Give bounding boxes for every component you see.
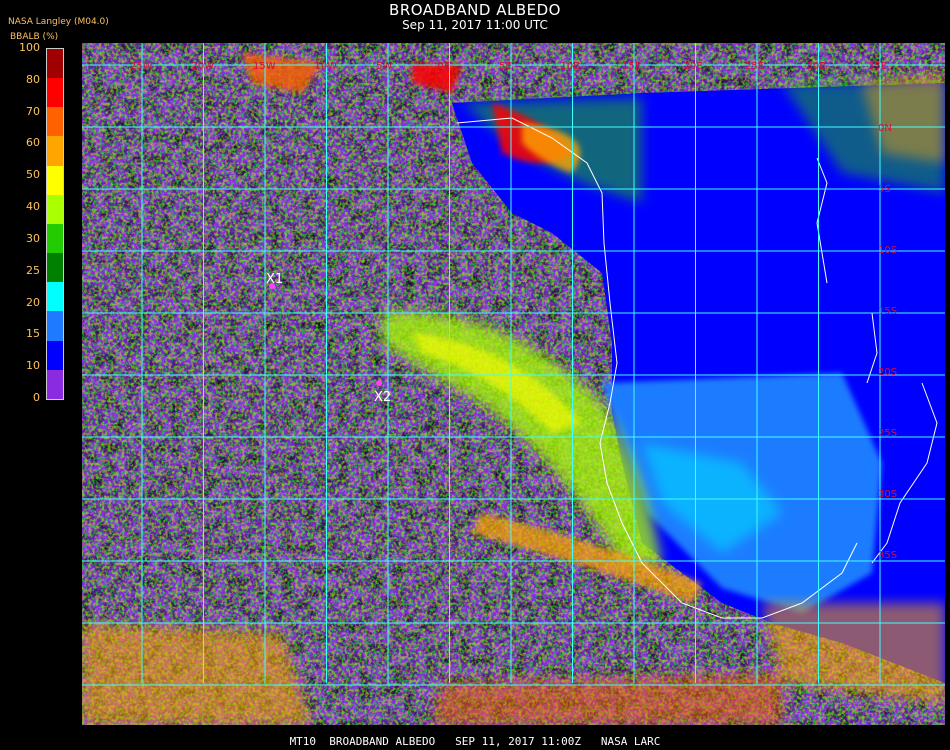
colorbar-segment	[47, 311, 63, 341]
longitude-label: 25W	[130, 61, 153, 72]
longitude-label: 15E	[622, 61, 641, 72]
latitude-label: 25S	[878, 428, 897, 439]
colorbar-tick-label: 50	[26, 168, 40, 182]
latitude-label: 15S	[878, 306, 897, 317]
colorbar-tick-label: 15	[26, 327, 40, 341]
colorbar-segment	[47, 107, 63, 137]
longitude-label: 30E	[807, 61, 826, 72]
colorbar-tick-label: 25	[26, 263, 40, 277]
colorbar-segment	[47, 136, 63, 166]
map-timestamp: Sep 11, 2017 11:00 UTC	[402, 18, 548, 32]
colorbar-segment	[47, 165, 63, 195]
longitude-label: 15W	[253, 61, 276, 72]
latitude-label: 35S	[878, 550, 897, 561]
latitude-label: 5S	[878, 184, 891, 195]
latitude-label: 20S	[878, 367, 897, 378]
longitude-label: 0E	[438, 61, 451, 72]
colorbar-tick-label: 20	[26, 295, 40, 309]
colorbar-segment	[47, 282, 63, 312]
colorbar-tick-label: 100	[19, 41, 40, 54]
colorbar-segment	[47, 369, 63, 399]
colorbar-tick-label: 0	[33, 391, 40, 404]
marker-x1[interactable]: X1	[266, 272, 283, 289]
longitude-label: 35E	[868, 61, 887, 72]
latitude-label: 0N	[878, 123, 892, 134]
marker-x1-label: X1	[266, 272, 283, 287]
colorbar-segment	[47, 253, 63, 283]
map-title: BROADBAND ALBEDO	[389, 1, 561, 19]
colorbar-segment	[47, 78, 63, 108]
colorbar-tick-label: 70	[26, 104, 40, 118]
footer-caption: MT10 BROADBAND ALBEDO SEP 11, 2017 11:00…	[289, 735, 661, 748]
longitude-label: 5E	[499, 61, 512, 72]
longitude-label: 20E	[684, 61, 703, 72]
colorbar-tick-label: 80	[26, 72, 40, 86]
colorbar-segment	[47, 340, 63, 370]
colorbar-segment	[47, 194, 63, 224]
latitude-label: 10S	[878, 245, 897, 256]
colorbar-legend	[46, 48, 64, 400]
longitude-label: 20W	[192, 61, 215, 72]
colorbar-segment	[47, 223, 63, 254]
marker-x2-label: X2	[374, 390, 391, 405]
albedo-map[interactable]: 25W 20W 15W 10W 5W 0E 5E 10E 15E 20E 25E 30E 35E 0N 5S…	[82, 43, 945, 725]
marker-x2-dot	[376, 380, 382, 386]
latitude-label: 30S	[878, 489, 897, 500]
colorbar-tick-label: 40	[26, 200, 40, 214]
colorbar-segment	[47, 48, 63, 79]
colorbar-tick-label: 10	[26, 359, 40, 373]
source-label: NASA Langley (M04.0)	[8, 17, 109, 27]
longitude-label: 10W	[315, 61, 338, 72]
longitude-label: 5W	[376, 61, 392, 72]
longitude-label: 25E	[745, 61, 764, 72]
colorbar-tick-label: 60	[26, 136, 40, 150]
albedo-map-canvas: 25W 20W 15W 10W 5W 0E 5E 10E 15E 20E 25E 30E 35E 0N 5S…	[82, 43, 945, 725]
longitude-label: 10E	[561, 61, 580, 72]
colorbar-tick-label: 30	[26, 231, 40, 245]
